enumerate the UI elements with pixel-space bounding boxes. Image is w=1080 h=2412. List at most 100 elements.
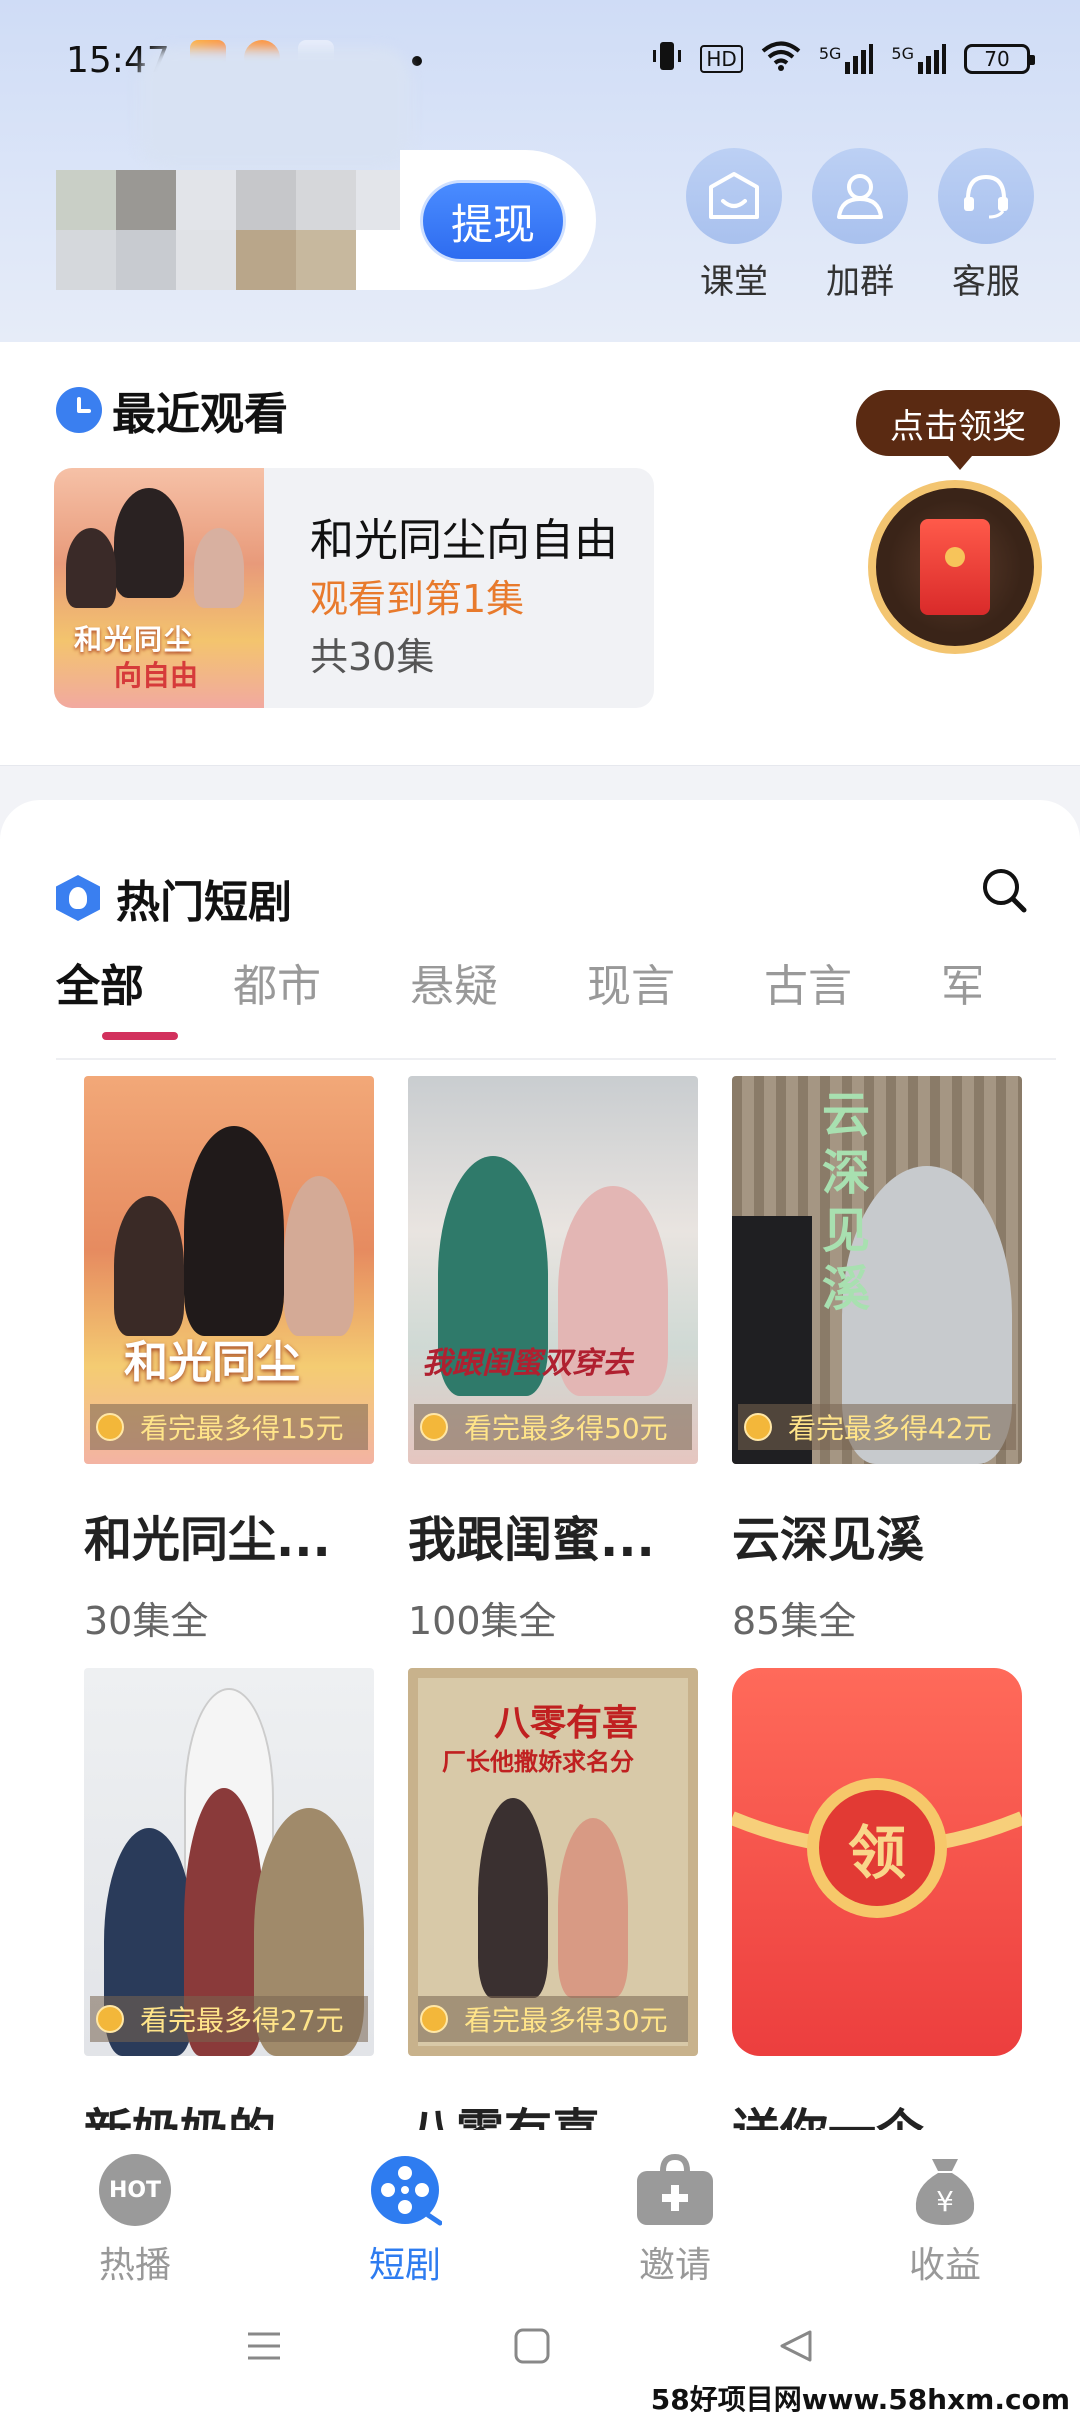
classroom-button[interactable]: 课堂 (686, 148, 782, 303)
nav-hot-label: 热播 (98, 2245, 171, 2286)
poster-figure (114, 488, 184, 598)
signal-icon: 5G (819, 44, 874, 74)
recent-drama-card[interactable]: 和光同尘 向自由 和光同尘向自由 观看到第1集 共30集 (54, 468, 654, 708)
back-icon[interactable] (776, 2326, 816, 2370)
system-nav-bar: 58好项目网www.58hxm.com (0, 2290, 1080, 2412)
drama-title: 和光同尘... (84, 1512, 331, 1568)
poster-figure (558, 1818, 628, 1998)
customer-service-button[interactable]: 客服 (938, 148, 1034, 303)
signal2-icon: 5G (891, 44, 946, 74)
gift-box-icon (635, 2150, 715, 2230)
recent-header: 最近观看 (56, 378, 288, 442)
drama-poster: 我跟闺蜜双穿去 看完最多得50元 (408, 1076, 698, 1464)
hot-icon: HOT (95, 2150, 175, 2230)
coin-icon (96, 1413, 124, 1441)
nav-drama[interactable]: 短剧 (270, 2130, 540, 2290)
status-right: HD 5G 5G 70 (652, 38, 1035, 80)
drama-card[interactable]: 看完最多得27元 新奶奶的 (84, 1668, 374, 2162)
drama-poster: 和光同尘 看完最多得15元 (84, 1076, 374, 1464)
hd-icon: HD (700, 45, 743, 73)
recent-title: 最近观看 (112, 389, 288, 440)
headset-icon (938, 148, 1034, 244)
poster-figure (284, 1176, 354, 1336)
film-reel-icon (365, 2150, 445, 2230)
category-tabs: 全部 都市 悬疑 现言 古言 军 (56, 950, 1056, 1060)
nav-earnings[interactable]: ¥ 收益 (810, 2130, 1080, 2290)
poster-title: 云深见溪 (822, 1087, 871, 1317)
notification-dot-icon (412, 56, 422, 66)
poster-title: 我跟闺蜜双穿去 (422, 1346, 632, 1381)
claim-reward-bubble[interactable]: 点击领奖 (856, 390, 1060, 470)
reward-badge: 看完最多得30元 (418, 1996, 688, 2042)
tab-urban[interactable]: 都市 (233, 950, 410, 1058)
drama-episodes: 30集全 (84, 1599, 209, 1643)
reward-badge: 看完最多得15元 (90, 1404, 368, 1450)
tab-ancient-romance[interactable]: 古言 (764, 950, 941, 1058)
poster-figure (194, 528, 244, 608)
nav-earnings-label: 收益 (908, 2245, 981, 2286)
withdraw-button[interactable]: 提现 (420, 180, 566, 262)
join-group-button[interactable]: 加群 (812, 148, 908, 303)
classroom-icon (686, 148, 782, 244)
red-envelope-icon (920, 519, 990, 615)
claim-inner: 领 (819, 1790, 935, 1906)
menu-icon[interactable] (244, 2326, 284, 2370)
drama-episodes: 85集全 (732, 1599, 857, 1643)
home-icon[interactable] (512, 2326, 552, 2370)
poster-figure (114, 1196, 184, 1336)
coin-icon (420, 1413, 448, 1441)
watermark: 58好项目网www.58hxm.com (650, 2383, 1070, 2412)
nav-invite[interactable]: 邀请 (540, 2130, 810, 2290)
poster-figure (66, 528, 116, 608)
claim-circle: 领 (807, 1778, 947, 1918)
blurred-avatar-area (140, 48, 410, 168)
recent-poster-subtitle: 向自由 (114, 659, 199, 692)
recent-progress: 观看到第1集 (310, 577, 525, 621)
hot-header: 热门短剧 (56, 866, 292, 930)
clock-icon (56, 387, 102, 433)
badge-text: 看完最多得30元 (464, 2004, 668, 2037)
tab-suspense[interactable]: 悬疑 (410, 950, 587, 1058)
reward-badge: 看完最多得27元 (90, 1996, 368, 2042)
customer-service-label: 客服 (952, 262, 1020, 302)
nav-drama-label: 短剧 (368, 2245, 441, 2286)
hot-badge: HOT (99, 2154, 171, 2226)
badge-text: 看完最多得27元 (140, 2004, 344, 2037)
battery-icon: 70 (964, 44, 1035, 74)
coin-icon (744, 1413, 772, 1441)
red-envelope-card[interactable]: 领 送你一个 (732, 1668, 1022, 2162)
search-icon[interactable] (980, 866, 1028, 914)
vibrate-icon (652, 38, 682, 80)
header: 15:47 HD 5G 5G 70 提现 课堂 加群 客服 (0, 0, 1080, 342)
badge-text: 看完最多得50元 (464, 1412, 668, 1445)
nav-invite-label: 邀请 (638, 2245, 711, 2286)
fire-badge-icon (56, 875, 100, 921)
money-bag-icon: ¥ (905, 2150, 985, 2230)
drama-poster: 看完最多得27元 (84, 1668, 374, 2056)
coin-icon (96, 2005, 124, 2033)
drama-card[interactable]: 八零有喜 厂长他撒娇求名分 看完最多得30元 八零有喜 (408, 1668, 698, 2162)
drama-card[interactable]: 云深见溪 看完最多得42元 云深见溪 85集全 (732, 1076, 1022, 1645)
svg-text:¥: ¥ (936, 2185, 954, 2218)
drama-episodes: 100集全 (408, 1599, 557, 1643)
hot-dramas-section: 热门短剧 全部 都市 悬疑 现言 古言 军 和光同尘 看完最多得15元 和光同尘… (0, 800, 1080, 2160)
drama-title: 云深见溪 (732, 1512, 925, 1568)
nav-hot[interactable]: HOT 热播 (0, 2130, 270, 2290)
top-actions: 课堂 加群 客服 (686, 148, 1034, 303)
poster-title: 八零有喜 (494, 1703, 639, 1744)
poster-figure (184, 1126, 284, 1336)
red-envelope-poster: 领 (732, 1668, 1022, 2056)
claim-reward-button[interactable] (868, 480, 1042, 654)
drama-card[interactable]: 我跟闺蜜双穿去 看完最多得50元 我跟闺蜜... 100集全 (408, 1076, 698, 1645)
drama-poster: 八零有喜 厂长他撒娇求名分 看完最多得30元 (408, 1668, 698, 2056)
tab-military[interactable]: 军 (941, 950, 981, 1058)
hot-title: 热门短剧 (116, 877, 292, 928)
tab-all[interactable]: 全部 (56, 950, 233, 1058)
signal2-label: 5G (891, 44, 914, 63)
recent-total-episodes: 共30集 (310, 635, 435, 679)
drama-card[interactable]: 和光同尘 看完最多得15元 和光同尘... 30集全 (84, 1076, 374, 1645)
reward-badge: 看完最多得50元 (414, 1404, 692, 1450)
poster-subtitle: 厂长他撒娇求名分 (442, 1748, 634, 1776)
tab-modern-romance[interactable]: 现言 (587, 950, 764, 1058)
reward-badge: 看完最多得42元 (738, 1404, 1016, 1450)
